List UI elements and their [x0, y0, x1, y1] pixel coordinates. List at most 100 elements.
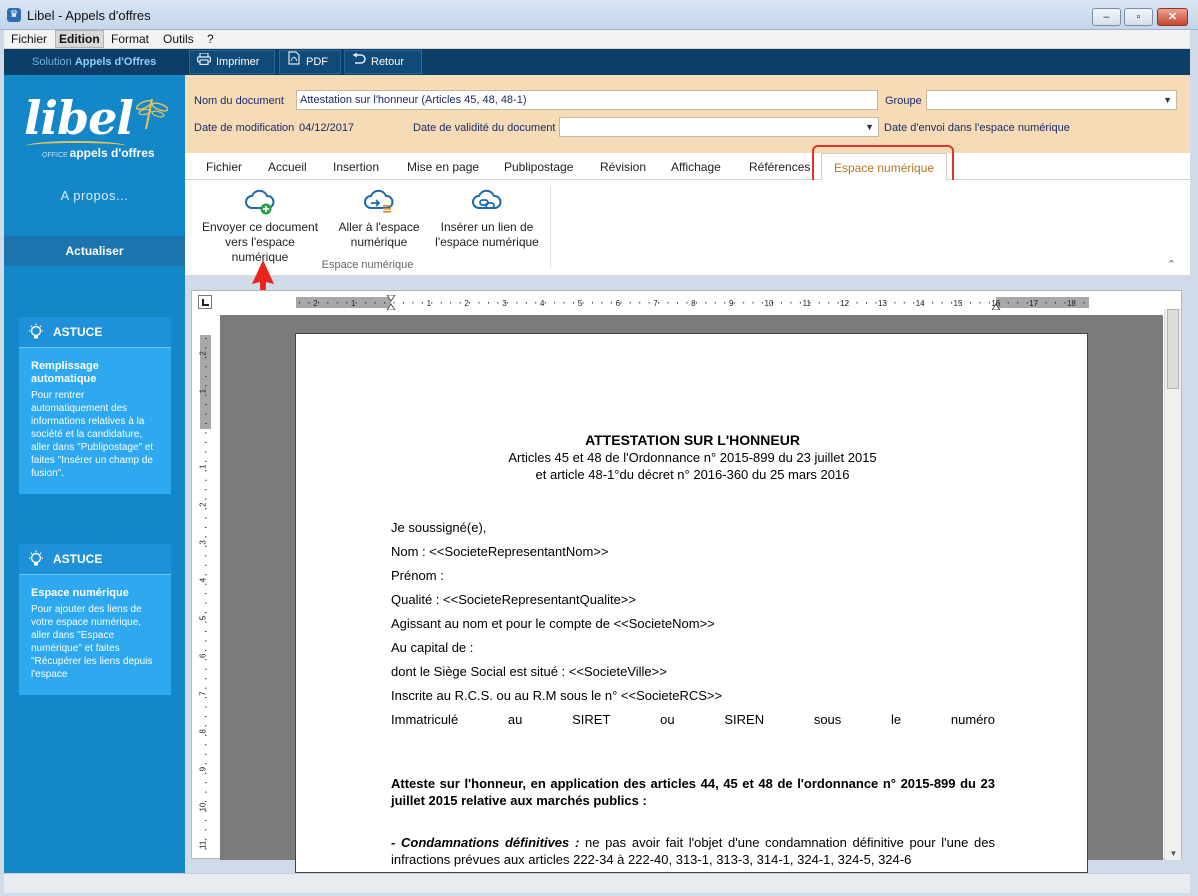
go-to-space-button[interactable]: Aller à l'espace numérique [334, 180, 424, 250]
doc-line-rcs: Inscrite au R.C.S. ou au R.M sous le n° … [391, 688, 723, 703]
ruler-label: 4 [540, 299, 545, 308]
scroll-thumb[interactable] [1167, 309, 1179, 389]
ruler-label: 14 [916, 299, 925, 308]
maximize-button[interactable]: ▫ [1124, 8, 1153, 26]
collapse-ribbon-icon[interactable]: ⌃ [1167, 258, 1176, 271]
ruler-label: 10 [765, 299, 774, 308]
libel-logo: libel OFFICE appels d'offres [4, 75, 185, 175]
window-title: Libel - Appels d'offres [27, 8, 151, 23]
ruler-label: 3 [502, 299, 507, 308]
ruler-label: 2 [464, 299, 469, 308]
title-bar: ♛ Libel - Appels d'offres – ▫ ✕ [0, 0, 1198, 30]
close-button[interactable]: ✕ [1157, 8, 1188, 26]
pdf-label: PDF [306, 56, 328, 68]
send-to-space-label-1: Envoyer ce document [201, 220, 319, 234]
tip-title: Espace numérique [31, 587, 129, 599]
ruler-label: 2 [199, 502, 208, 507]
tip-heading: ASTUCE [19, 544, 171, 575]
tip-card-espace: ASTUCE Espace numérique Pour ajouter des… [19, 544, 171, 695]
tab-insertion[interactable]: Insertion [333, 160, 379, 174]
immat-word: numéro [950, 712, 995, 727]
retour-button[interactable]: Retour [344, 50, 422, 74]
ruler-label: 15 [954, 299, 963, 308]
menu-edition[interactable]: Edition [55, 30, 104, 48]
tab-references[interactable]: Références [749, 160, 810, 174]
nom-label: Nom du document [194, 95, 284, 107]
print-button[interactable]: Imprimer [189, 50, 275, 74]
tab-fichier[interactable]: Fichier [206, 160, 242, 174]
go-to-space-label-1: Aller à l'espace [338, 220, 420, 234]
scroll-down-icon[interactable]: ▼ [1165, 849, 1182, 858]
modif-value: 04/12/2017 [299, 122, 355, 134]
send-to-space-button[interactable]: Envoyer ce document vers l'espace numéri… [198, 180, 322, 265]
document-properties-form: Nom du document Attestation sur l'honneu… [185, 75, 1190, 153]
logo-tag: appels d'offres [69, 146, 155, 160]
menu-format[interactable]: Format [108, 32, 152, 46]
tab-affichage[interactable]: Affichage [671, 160, 721, 174]
menu-bar: Fichier Edition Format Outils ? [4, 30, 1190, 49]
tab-revision[interactable]: Révision [600, 160, 646, 174]
doc-subtitle-1: Articles 45 et 48 de l'Ordonnance n° 201… [508, 450, 877, 465]
validite-select[interactable]: ▼ [559, 117, 879, 137]
go-to-space-label-2: numérique [350, 235, 408, 249]
doc-line-nom: Nom : <<SocieteRepresentantNom>> [391, 544, 609, 559]
tab-stop-selector[interactable] [198, 295, 212, 309]
doc-line-soussigne: Je soussigné(e), [391, 520, 487, 535]
ruler-label: 8 [199, 729, 208, 734]
groupe-select[interactable]: ▼ [926, 90, 1177, 110]
tip-heading-text: ASTUCE [53, 325, 103, 339]
logo-word: libel [24, 91, 134, 145]
ruler-label: 1 [199, 464, 208, 469]
insert-link-label-1: Insérer un lien de [440, 220, 534, 234]
menu-help[interactable]: ? [204, 32, 217, 46]
ruler-label: 1 [199, 388, 208, 393]
insert-link-button[interactable]: Insérer un lien de l'espace numérique [432, 180, 542, 250]
validite-label: Date de validité du document [413, 122, 556, 134]
doc-line-immatricule: Immatriculé au SIRET ou SIREN sous le nu… [391, 712, 995, 727]
minimize-button[interactable]: – [1092, 8, 1121, 26]
ribbon-panel: Envoyer ce document vers l'espace numéri… [185, 180, 1190, 276]
nom-input[interactable]: Attestation sur l'honneur (Articles 45, … [296, 90, 878, 110]
modif-label: Date de modification [194, 122, 295, 134]
document-page[interactable]: ATTESTATION SUR L'HONNEUR Articles 45 et… [295, 333, 1088, 873]
ruler-label: 17 [1029, 299, 1038, 308]
ruler-label: 11 [199, 840, 208, 849]
tip-card-remplissage: ASTUCE Remplissage automatique Pour rent… [19, 317, 171, 494]
apropos-link[interactable]: A propos... [4, 188, 185, 203]
vertical-scrollbar[interactable]: ▼ [1164, 309, 1181, 860]
immat-word: ou [660, 712, 675, 727]
ruler-label: 1 [427, 299, 432, 308]
printer-icon [196, 51, 212, 73]
immat-word: Immatriculé [391, 712, 459, 727]
ruler-label: 5 [578, 299, 583, 308]
menu-outils[interactable]: Outils [160, 32, 197, 46]
ruler-label: 1 [351, 299, 356, 308]
document-editor[interactable]: 2 1 1 2 3 4 5 6 7 8 9 10 11 12 13 14 15 16 17 18 2112345678… [191, 290, 1182, 873]
doc-line-qualite: Qualité : <<SocieteRepresentantQualite>> [391, 592, 636, 607]
tip-body: Pour ajouter des liens de votre espace n… [31, 604, 153, 680]
ribbon-group-label: Espace numérique [321, 259, 414, 271]
ruler-label: 13 [878, 299, 887, 308]
tab-accueil[interactable]: Accueil [268, 160, 307, 174]
chevron-down-icon: ▼ [1163, 95, 1172, 105]
immat-word: SIREN [724, 712, 765, 727]
doc-subtitle-2: et article 48-1°du décret n° 2016-360 du… [535, 467, 850, 482]
tip-heading-text: ASTUCE [53, 552, 103, 566]
tab-publipostage[interactable]: Publipostage [504, 160, 573, 174]
pdf-button[interactable]: PDF [279, 50, 341, 74]
lightbulb-icon [29, 323, 43, 339]
actualiser-button[interactable]: Actualiser [4, 236, 185, 266]
document-canvas: ATTESTATION SUR L'HONNEUR Articles 45 et… [220, 315, 1163, 873]
ruler-label: 5 [199, 615, 208, 620]
horizontal-ruler[interactable]: 2 1 1 2 3 4 5 6 7 8 9 10 11 12 13 14 15 16 17 18 [296, 295, 1089, 310]
logo-tag-small: OFFICE [42, 152, 68, 159]
dragonfly-icon [135, 98, 169, 130]
menu-fichier[interactable]: Fichier [8, 32, 50, 46]
tab-mise-en-page[interactable]: Mise en page [407, 160, 479, 174]
vertical-ruler[interactable]: 211234567891011 [198, 335, 213, 855]
doc-line-capital: Au capital de : [391, 640, 474, 655]
doc-line-prenom: Prénom : [391, 568, 444, 583]
immat-word: au [507, 712, 523, 727]
ruler-label: 10 [199, 802, 208, 811]
back-arrow-icon [351, 51, 367, 73]
